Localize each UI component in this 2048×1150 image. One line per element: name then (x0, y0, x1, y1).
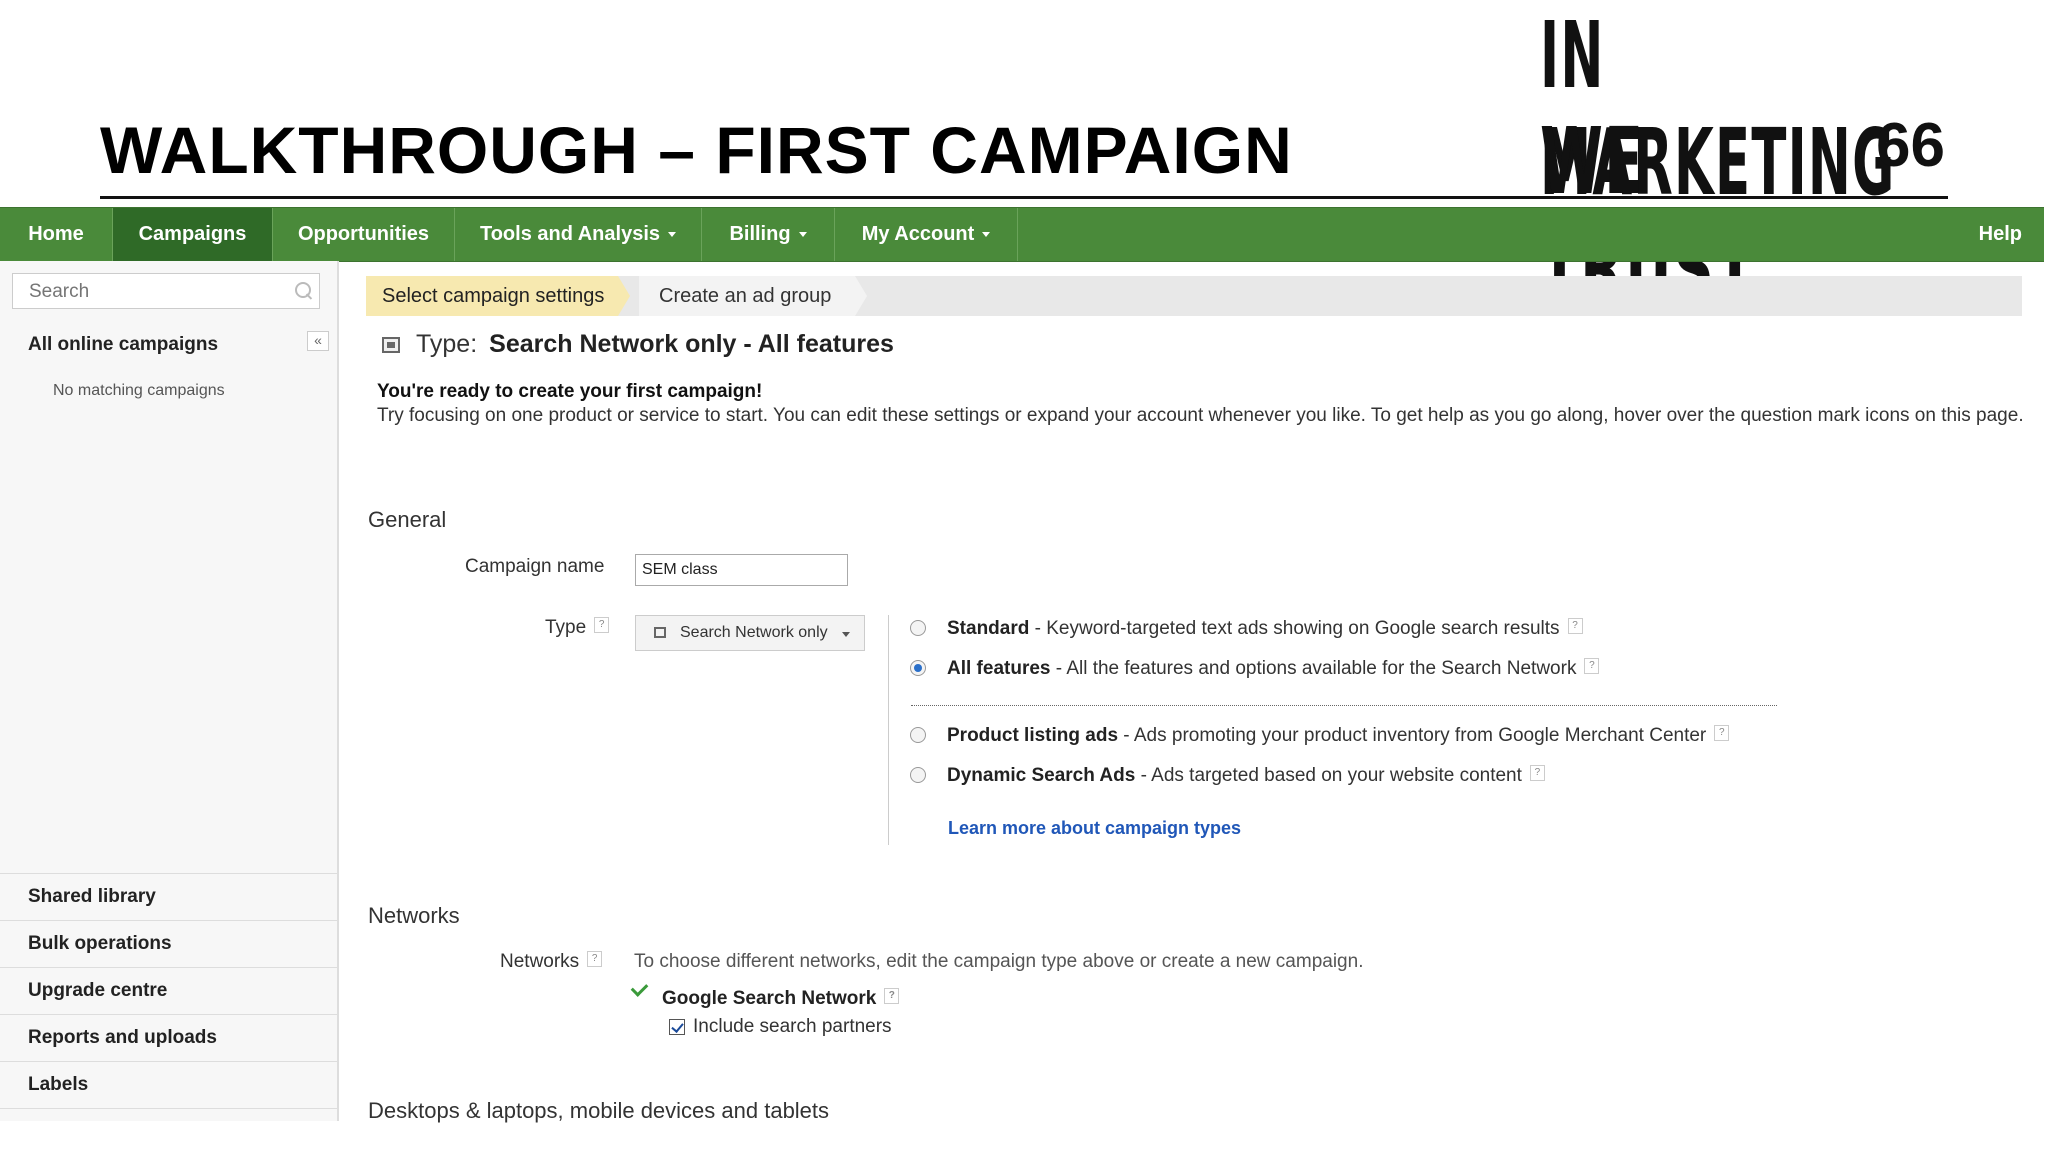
chevron-down-icon (842, 632, 850, 637)
type-field-label-text: Type (545, 617, 587, 638)
help-question-icon[interactable]: ? (1567, 618, 1583, 634)
nav-help[interactable]: Help (1979, 208, 2022, 261)
networks-field-label-text: Networks (500, 951, 580, 972)
section-general-heading: General (368, 507, 447, 532)
option-standard-desc: - Keyword-targeted text ads showing on G… (1029, 618, 1560, 639)
sidebar-item-upgrade-centre[interactable]: Upgrade centre (0, 967, 337, 1014)
nav-my-account-label: My Account (861, 223, 975, 245)
nav-home-label: Home (28, 223, 84, 245)
nav-campaigns[interactable]: Campaigns (113, 208, 273, 261)
campaign-type-dropdown-value: Search Network only (680, 624, 828, 641)
option-standard-name: Standard (947, 618, 1030, 639)
sidebar: All online campaigns « No matching campa… (0, 261, 339, 1121)
section-networks-heading: Networks (368, 903, 460, 928)
help-question-icon[interactable]: ? (1529, 765, 1545, 781)
option-product-listing-desc: - Ads promoting your product inventory f… (1118, 725, 1707, 746)
nav-tools-and-analysis[interactable]: Tools and Analysis (455, 208, 702, 261)
breadcrumb-step-create-ad-group[interactable]: Create an ad group (639, 276, 868, 316)
networks-description: To choose different networks, edit the c… (634, 951, 1364, 972)
nav-campaigns-label: Campaigns (138, 223, 247, 245)
networks-field-label: Networks? (500, 951, 603, 973)
campaign-type-header: Type: Search Network only - All features (382, 330, 894, 359)
nav-billing[interactable]: Billing (702, 208, 835, 261)
help-question-icon[interactable]: ? (587, 951, 603, 967)
section-devices-heading: Desktops & laptops, mobile devices and t… (368, 1098, 830, 1123)
top-navigation: Home Campaigns Opportunities Tools and A… (0, 207, 2044, 262)
sidebar-item-reports-and-uploads[interactable]: Reports and uploads (0, 1014, 337, 1061)
radio-all-features[interactable] (910, 660, 926, 676)
sidebar-links: Shared library Bulk operations Upgrade c… (0, 873, 337, 1109)
option-all-features-name: All features (947, 658, 1051, 679)
nav-tools-label: Tools and Analysis (479, 223, 661, 245)
search-box (12, 273, 320, 309)
include-partners-label: Include search partners (693, 1016, 892, 1037)
nav-my-account[interactable]: My Account (835, 208, 1018, 261)
nav-opportunities[interactable]: Opportunities (273, 208, 455, 261)
collapse-sidebar-icon[interactable]: « (307, 331, 329, 351)
option-product-listing-name: Product listing ads (947, 725, 1119, 746)
chevron-down-icon (668, 232, 677, 238)
include-partners-checkbox[interactable] (669, 1019, 685, 1035)
campaign-name-label: Campaign name (465, 556, 605, 577)
checkmark-icon (630, 979, 649, 997)
slide-title: WALKTHROUGH – FIRST CAMPAIGN (100, 113, 1293, 187)
breadcrumb-step-select-settings[interactable]: Select campaign settings (366, 276, 631, 316)
breadcrumb: Select campaign settings Create an ad gr… (366, 276, 2022, 316)
help-question-icon[interactable]: ? (1584, 658, 1600, 674)
dotted-divider (911, 705, 1777, 706)
slide-number: 66 (1876, 111, 1945, 180)
learn-more-link[interactable]: Learn more about campaign types (948, 818, 1241, 839)
help-question-icon[interactable]: ? (594, 617, 610, 633)
search-network-icon (654, 627, 666, 638)
campaign-name-input[interactable] (635, 554, 848, 586)
radio-product-listing-ads[interactable] (910, 727, 926, 743)
search-input[interactable] (27, 278, 291, 306)
option-all-features-desc: - All the features and options available… (1050, 658, 1577, 679)
chevron-down-icon (798, 232, 807, 238)
nav-home[interactable]: Home (0, 208, 113, 261)
type-header-label: Type: (416, 330, 478, 358)
sidebar-item-bulk-operations[interactable]: Bulk operations (0, 920, 337, 967)
title-rule (100, 196, 1948, 199)
type-header-value: Search Network only - All features (489, 330, 894, 358)
no-matching-campaigns: No matching campaigns (53, 382, 225, 399)
type-field-label: Type? (545, 617, 610, 639)
sidebar-item-labels[interactable]: Labels (0, 1061, 337, 1109)
help-question-icon[interactable]: ? (1714, 725, 1730, 741)
all-online-campaigns[interactable]: All online campaigns (28, 334, 218, 356)
chevron-down-icon (982, 232, 991, 238)
ready-body: Try focusing on one product or service t… (377, 405, 2024, 426)
options-divider (888, 615, 889, 845)
help-question-icon[interactable]: ? (884, 988, 900, 1004)
sidebar-item-shared-library[interactable]: Shared library (0, 873, 337, 920)
google-search-network: Google Search Network? (662, 988, 900, 1010)
nav-opportunities-label: Opportunities (297, 223, 430, 245)
search-icon[interactable] (295, 282, 311, 298)
option-dynamic-search-name: Dynamic Search Ads (947, 765, 1136, 786)
ready-title: You're ready to create your first campai… (377, 381, 763, 402)
campaign-type-dropdown[interactable]: Search Network only (635, 615, 865, 651)
radio-standard[interactable] (910, 620, 926, 636)
nav-billing-label: Billing (729, 223, 791, 245)
option-dynamic-search-desc: - Ads targeted based on your website con… (1135, 765, 1522, 786)
radio-dynamic-search-ads[interactable] (910, 767, 926, 783)
google-search-network-label: Google Search Network (662, 988, 877, 1009)
